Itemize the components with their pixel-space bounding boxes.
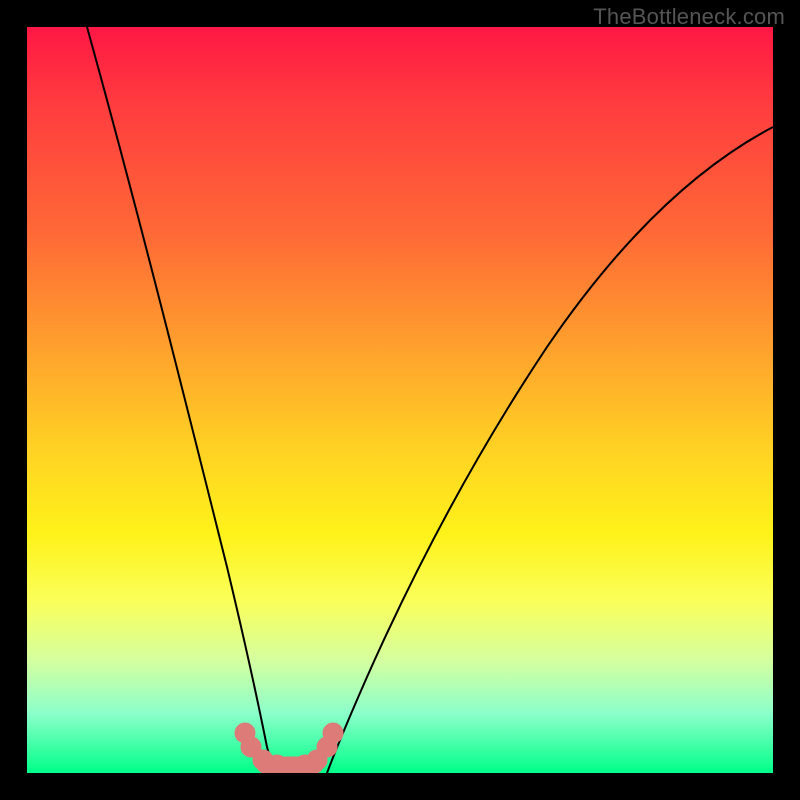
curve-right [327,127,773,773]
watermark-text: TheBottleneck.com [593,4,785,30]
bottom-marker-cluster [235,723,343,773]
chart-container: TheBottleneck.com [0,0,800,800]
chart-svg [27,27,773,773]
plot-area [27,27,773,773]
curve-left [87,27,275,773]
